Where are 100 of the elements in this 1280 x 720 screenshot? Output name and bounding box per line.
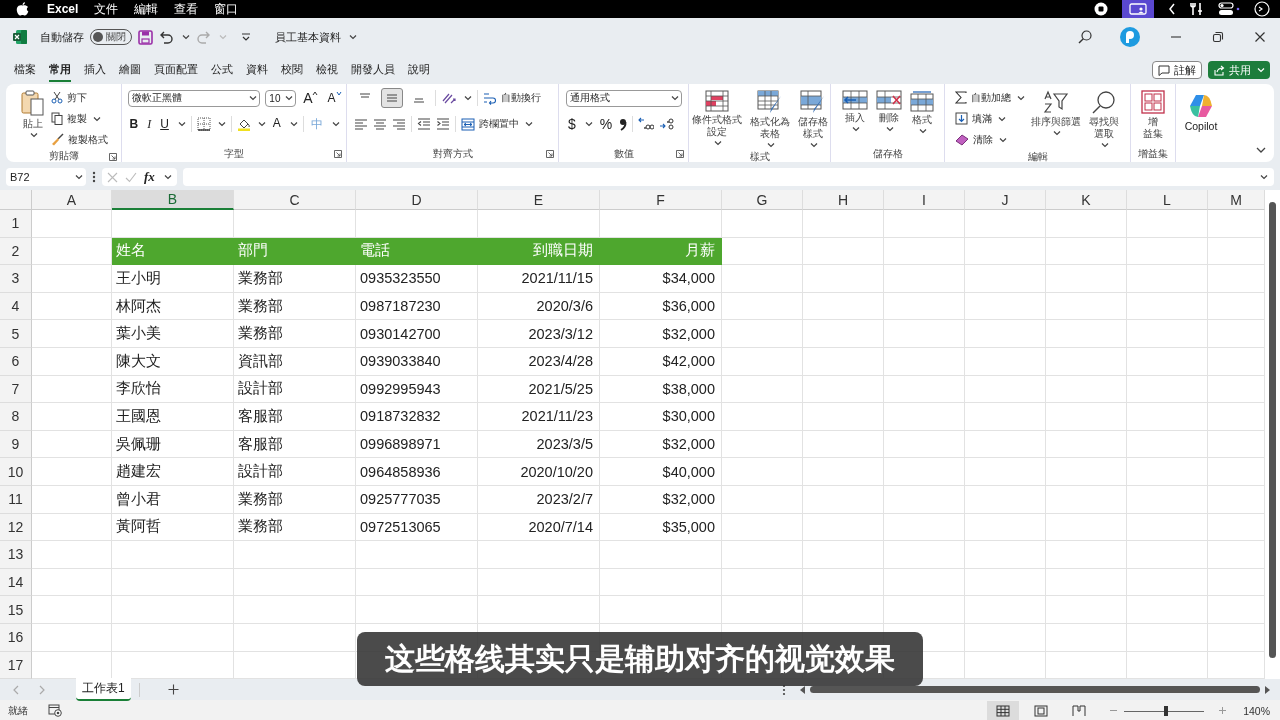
dialog-launcher-icon[interactable] [546,150,554,158]
row-header[interactable]: 8 [0,403,32,431]
borders-icon[interactable] [196,117,211,131]
decrease-indent-icon[interactable] [417,118,431,130]
bold-button[interactable]: B [127,117,141,131]
column-header[interactable]: A [32,190,112,210]
control-center-icon[interactable] [1218,2,1240,16]
row-header[interactable]: 1 [0,210,32,238]
row-header[interactable]: 4 [0,292,32,321]
column-header[interactable]: L [1127,190,1208,210]
row-header[interactable]: 5 [0,320,32,348]
row-header[interactable]: 15 [0,596,32,624]
undo-icon[interactable] [159,29,174,45]
column-header[interactable]: J [965,190,1046,210]
close-icon[interactable] [1254,31,1266,43]
percent-button[interactable]: % [597,117,615,131]
column-header[interactable]: C [234,190,356,210]
row-header[interactable]: 3 [0,265,32,293]
row-header[interactable]: 11 [0,485,32,514]
ribbon-button[interactable]: 複製格式 [51,130,108,149]
horizontal-align-icon[interactable] [354,118,368,130]
scroll-left-icon[interactable] [800,685,806,694]
ribbon-tab[interactable]: 頁面配置 [154,58,198,82]
horizontal-align-icon[interactable] [392,118,406,130]
ribbon-button[interactable]: 剪下 [51,88,108,107]
ribbon-tab[interactable]: 資料 [246,58,268,82]
collapse-ribbon-icon[interactable] [1256,147,1266,154]
normal-view-button[interactable] [987,700,1020,720]
ribbon-button[interactable]: 清除 [954,130,1025,149]
ribbon-tab[interactable]: 繪圖 [119,58,141,82]
grow-font-button[interactable]: A [301,91,321,105]
accessibility-icon[interactable] [48,704,62,717]
underline-button[interactable]: U [158,117,171,131]
column-header[interactable]: F [600,190,722,210]
vertical-align-button[interactable] [381,88,403,108]
italic-button[interactable]: I [145,117,154,131]
column-header[interactable]: E [478,190,600,210]
row-header[interactable]: 6 [0,347,32,376]
insert-function-button[interactable]: fx [144,169,155,185]
fill-color-icon[interactable] [236,117,251,131]
dialog-launcher-icon[interactable] [334,150,342,158]
ribbon-tab[interactable]: 插入 [84,58,106,82]
ribbon-button[interactable]: 排序與篩選 [1028,88,1083,138]
ribbon-tab[interactable]: 校閱 [281,58,303,82]
ribbon-button[interactable]: 儲存格 樣式 [795,88,830,150]
row-header[interactable]: 17 [0,651,32,679]
ribbon-button[interactable]: 刪除 [873,88,904,134]
currency-button[interactable]: $ [566,117,578,131]
shrink-font-button[interactable]: A [325,91,344,105]
ribbon-button[interactable]: 自動加總 [954,88,1025,107]
font-select[interactable]: 微軟正黑體 [127,89,261,107]
document-title[interactable]: 員工基本資料 [275,29,341,45]
ribbon-tab[interactable]: 說明 [408,58,430,82]
horizontal-align-icon[interactable] [373,118,387,130]
menu-item[interactable]: 查看 [174,0,199,18]
add-sheet-icon[interactable] [167,684,179,695]
scroll-right-icon[interactable] [1264,685,1270,694]
number-format-select[interactable]: 通用格式 [566,89,682,107]
column-header[interactable]: M [1208,190,1265,210]
column-header[interactable]: B [112,190,234,210]
chevron-left-icon[interactable] [1168,3,1176,15]
check-icon[interactable] [125,171,137,183]
avatar-icon[interactable] [1120,27,1140,47]
record-icon[interactable] [1094,2,1108,16]
dialog-launcher-icon[interactable] [676,150,684,158]
ribbon-tab[interactable]: 常用 [49,58,71,82]
row-header[interactable]: 12 [0,513,32,542]
column-header[interactable]: I [884,190,965,210]
ribbon-button[interactable]: 格式 [907,88,936,136]
ribbon-tab[interactable]: 檔案 [14,58,36,82]
name-box[interactable]: B72 [6,168,86,186]
row-header[interactable]: 14 [0,568,32,597]
row-header[interactable]: 9 [0,430,32,459]
sheet-tab[interactable]: 工作表1 [76,678,131,701]
ribbon-button[interactable]: 插入 [839,88,870,134]
dialog-launcher-icon[interactable] [109,153,117,161]
row-header[interactable]: 10 [0,458,32,486]
add-ins-button[interactable]: 增 益集 [1139,88,1167,142]
column-header[interactable]: G [722,190,803,210]
ribbon-button[interactable]: 填滿 [954,109,1025,128]
ribbon-button[interactable]: 條件式格式 設定 [689,88,744,148]
wrap-text-button[interactable]: 自動換行 [483,88,541,108]
column-header[interactable]: D [356,190,478,210]
comments-button[interactable]: 註解 [1152,61,1202,79]
restore-icon[interactable] [1212,31,1224,43]
apple-icon[interactable] [16,2,29,16]
save-icon[interactable] [138,29,153,45]
tools-icon[interactable] [1190,2,1204,16]
ribbon-button[interactable]: 尋找與 選取 [1086,88,1121,150]
row-header[interactable]: 7 [0,375,32,404]
column-header[interactable]: H [803,190,884,210]
share-button[interactable]: 共用 [1208,61,1270,79]
font-size-select[interactable]: 10 [265,89,297,107]
comma-style-icon[interactable] [619,117,628,131]
ribbon-button[interactable]: 格式化為 表格 [747,88,792,150]
ribbon-tab[interactable]: 檢視 [316,58,338,82]
increase-indent-icon[interactable] [436,118,450,130]
paste-button[interactable]: 貼上 [19,88,47,140]
row-header[interactable]: 16 [0,623,32,652]
screen-share-icon[interactable] [1122,0,1154,18]
